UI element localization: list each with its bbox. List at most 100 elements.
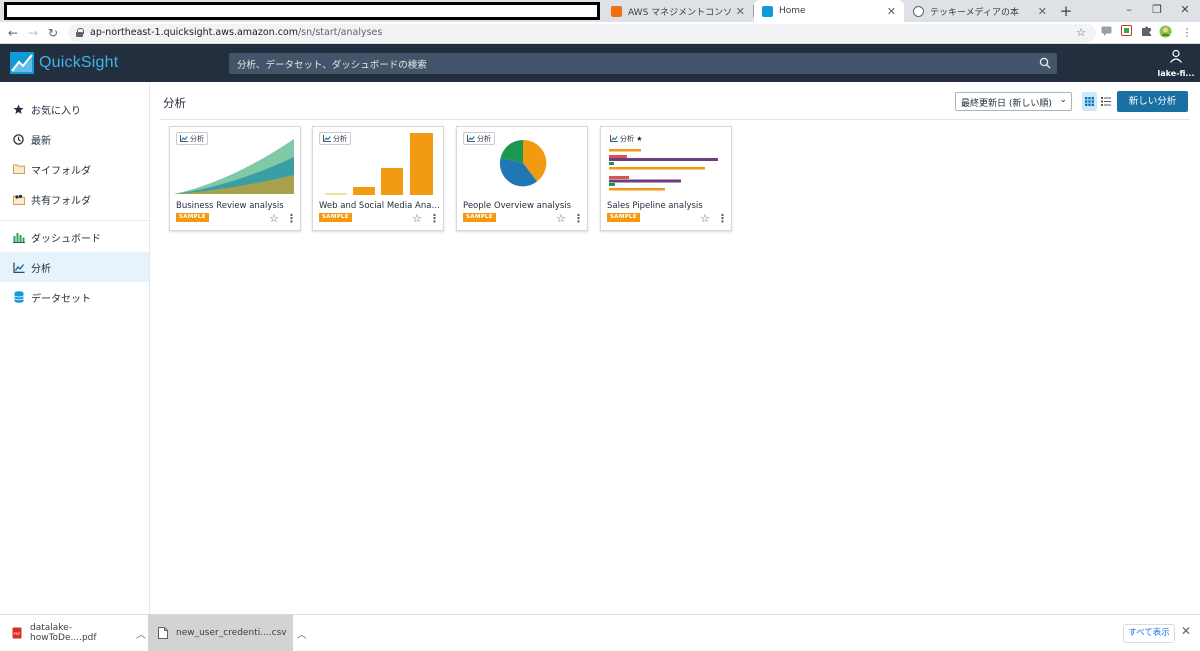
close-downloads-icon[interactable]: ✕ [1181, 624, 1191, 638]
tab-title: AWS マネジメントコンソール [628, 7, 732, 18]
sidebar-item-my-folders[interactable]: マイフォルダ [0, 154, 149, 184]
close-window-button[interactable]: ✕ [1172, 0, 1198, 22]
card-title[interactable]: People Overview analysis [463, 201, 585, 211]
card-title[interactable]: Web and Social Media Anal... [319, 201, 441, 211]
analysis-icon [610, 135, 618, 142]
clock-icon [12, 133, 25, 146]
analysis-type-badge: 分析 [463, 132, 495, 145]
more-options-icon[interactable]: ⋮ [717, 213, 728, 224]
shared-folder-icon [12, 193, 25, 206]
more-options-icon[interactable]: ⋮ [573, 213, 584, 224]
more-options-icon[interactable]: ⋮ [286, 213, 297, 224]
chevron-up-icon[interactable]: ︿ [136, 626, 146, 641]
tab-close-icon[interactable]: ✕ [736, 5, 745, 18]
card-title[interactable]: Business Review analysis [176, 201, 298, 211]
tab-title: テッキーメディアの本 [930, 7, 1020, 18]
analysis-card-people-overview[interactable]: 分析 People Overview analysis SAMPLE ☆ ⋮ [456, 126, 588, 231]
search-placeholder: 分析、データセット、ダッシュボードの検索 [237, 60, 427, 71]
puzzle-icon[interactable] [1139, 25, 1153, 41]
analysis-type-label: 分析 ★ [620, 134, 643, 143]
tab-techie-media[interactable]: テッキーメディアの本 ✕ [905, 0, 1055, 22]
maximize-button[interactable]: ❐ [1144, 0, 1170, 22]
download-item-csv[interactable]: new_user_credenti....csv ︿ [148, 615, 307, 651]
star-icon [12, 103, 25, 116]
downloads-bar: PDF datalake-howToDe....pdf ︿ new_user_c… [0, 614, 1200, 651]
forward-button[interactable]: → [24, 22, 42, 44]
show-all-downloads-button[interactable]: すべて表示 [1123, 624, 1175, 643]
download-item-pdf[interactable]: PDF datalake-howToDe....pdf ︿ [0, 615, 146, 651]
sidebar-item-dashboards[interactable]: ダッシュボード [0, 222, 149, 252]
aws-favicon-icon [611, 5, 622, 17]
main-content: 分析 最終更新日 (新しい順) ⌄ 新しい分析 分析 Business Revi… [150, 82, 1200, 614]
chevron-down-icon: ⌄ [1059, 95, 1067, 105]
kebab-menu-icon[interactable]: ⋮ [1180, 25, 1194, 41]
chat-icon[interactable] [1099, 25, 1113, 41]
folder-icon [12, 163, 25, 176]
quicksight-logo-icon [10, 52, 34, 74]
file-icon [158, 627, 168, 639]
analysis-type-label: 分析 [190, 134, 204, 143]
minimize-button[interactable]: – [1116, 0, 1142, 22]
sort-dropdown-value: 最終更新日 (新しい順) [961, 99, 1052, 109]
new-tab-button[interactable]: + [1058, 0, 1074, 22]
sidebar-item-label: 共有フォルダ [31, 195, 91, 207]
sidebar-item-favorites[interactable]: お気に入り [0, 94, 149, 124]
analysis-type-label: 分析 [333, 134, 347, 143]
user-menu[interactable]: lake-fi... [1156, 48, 1196, 78]
bookmark-star-icon[interactable]: ☆ [1074, 25, 1088, 41]
tab-home[interactable]: Home ✕ [754, 0, 904, 22]
analysis-icon [12, 261, 25, 274]
search-input[interactable]: 分析、データセット、ダッシュボードの検索 [229, 53, 1057, 74]
sidebar-divider [0, 220, 149, 221]
analysis-card-business-review[interactable]: 分析 Business Review analysis SAMPLE ☆ ⋮ [169, 126, 301, 231]
sidebar-item-recent[interactable]: 最新 [0, 124, 149, 154]
url-path: /sn/start/analyses [297, 27, 383, 38]
new-analysis-button[interactable]: 新しい分析 [1117, 91, 1188, 112]
card-title[interactable]: Sales Pipeline analysis [607, 201, 729, 211]
analysis-type-badge: 分析 ★ [607, 132, 646, 145]
download-file-name: new_user_credenti....csv [176, 628, 287, 638]
reload-button[interactable]: ↻ [44, 22, 62, 44]
sidebar-item-datasets[interactable]: データセット [0, 282, 149, 312]
list-icon [1101, 97, 1111, 106]
address-bar[interactable]: ap-northeast-1.quicksight.aws.amazon.com… [68, 24, 1096, 42]
red-extension-icon[interactable] [1119, 25, 1133, 41]
back-button[interactable]: ← [4, 22, 22, 44]
tab-close-icon[interactable]: ✕ [1038, 5, 1047, 18]
analysis-icon [467, 135, 475, 142]
favorite-star-icon[interactable]: ☆ [269, 213, 279, 224]
sidebar-item-label: お気に入り [31, 105, 81, 117]
quicksight-logo[interactable]: QuickSight [10, 52, 118, 74]
pdf-file-icon: PDF [12, 627, 22, 639]
chevron-up-icon[interactable]: ︿ [297, 626, 307, 641]
favorite-star-icon[interactable]: ☆ [700, 213, 710, 224]
quicksight-logo-text: QuickSight [39, 54, 119, 71]
redacted-region [4, 2, 600, 20]
user-name: lake-fi... [1157, 69, 1195, 78]
favorite-star-icon[interactable]: ☆ [412, 213, 422, 224]
analysis-card-web-social-media[interactable]: 分析 Web and Social Media Anal... SAMPLE ☆… [312, 126, 444, 231]
sort-dropdown[interactable]: 最終更新日 (新しい順) ⌄ [955, 92, 1072, 111]
svg-text:PDF: PDF [13, 632, 20, 636]
more-options-icon[interactable]: ⋮ [429, 213, 440, 224]
sample-badge: SAMPLE [176, 213, 209, 222]
tab-close-icon[interactable]: ✕ [887, 5, 896, 18]
analysis-type-badge: 分析 [176, 132, 208, 145]
favorite-star-icon[interactable]: ☆ [556, 213, 566, 224]
search-icon[interactable] [1039, 57, 1051, 69]
analysis-card-sales-pipeline[interactable]: 分析 ★ Sales Pipeline analysis SAMPLE ☆ ⋮ [600, 126, 732, 231]
grid-view-toggle[interactable] [1082, 92, 1097, 111]
grid-icon [1085, 97, 1094, 106]
quicksight-header: QuickSight 分析、データセット、ダッシュボードの検索 lake-fi.… [0, 44, 1200, 82]
lock-icon [76, 28, 84, 37]
sidebar-item-analyses[interactable]: 分析 [0, 252, 149, 282]
sample-badge: SAMPLE [319, 213, 352, 222]
page-title: 分析 [163, 96, 186, 110]
list-view-toggle[interactable] [1100, 92, 1112, 111]
url-host: ap-northeast-1.quicksight.aws.amazon.com [90, 27, 298, 38]
sidebar-item-shared-folders[interactable]: 共有フォルダ [0, 184, 149, 214]
sidebar: お気に入り 最新 マイフォルダ 共有フォルダ ダッシュボード 分析 データセット [0, 82, 150, 614]
sample-badge: SAMPLE [607, 213, 640, 222]
tab-aws-console[interactable]: AWS マネジメントコンソール ✕ [603, 0, 753, 22]
profile-avatar[interactable] [1158, 25, 1172, 41]
